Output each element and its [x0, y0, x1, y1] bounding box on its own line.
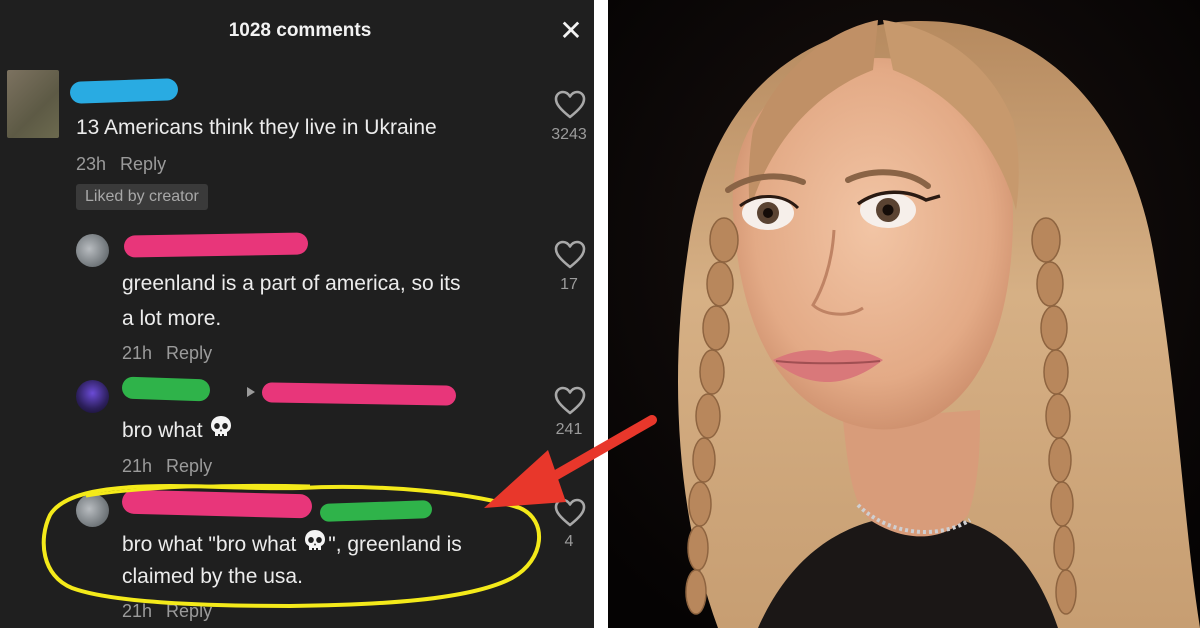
image-divider: [594, 0, 608, 628]
highlight-circle: [41, 483, 542, 608]
reaction-photo-illustration: [608, 0, 1200, 628]
reaction-photo: [608, 0, 1200, 628]
comments-panel: 1028 comments ✕ 13 Americans think they …: [0, 0, 594, 628]
